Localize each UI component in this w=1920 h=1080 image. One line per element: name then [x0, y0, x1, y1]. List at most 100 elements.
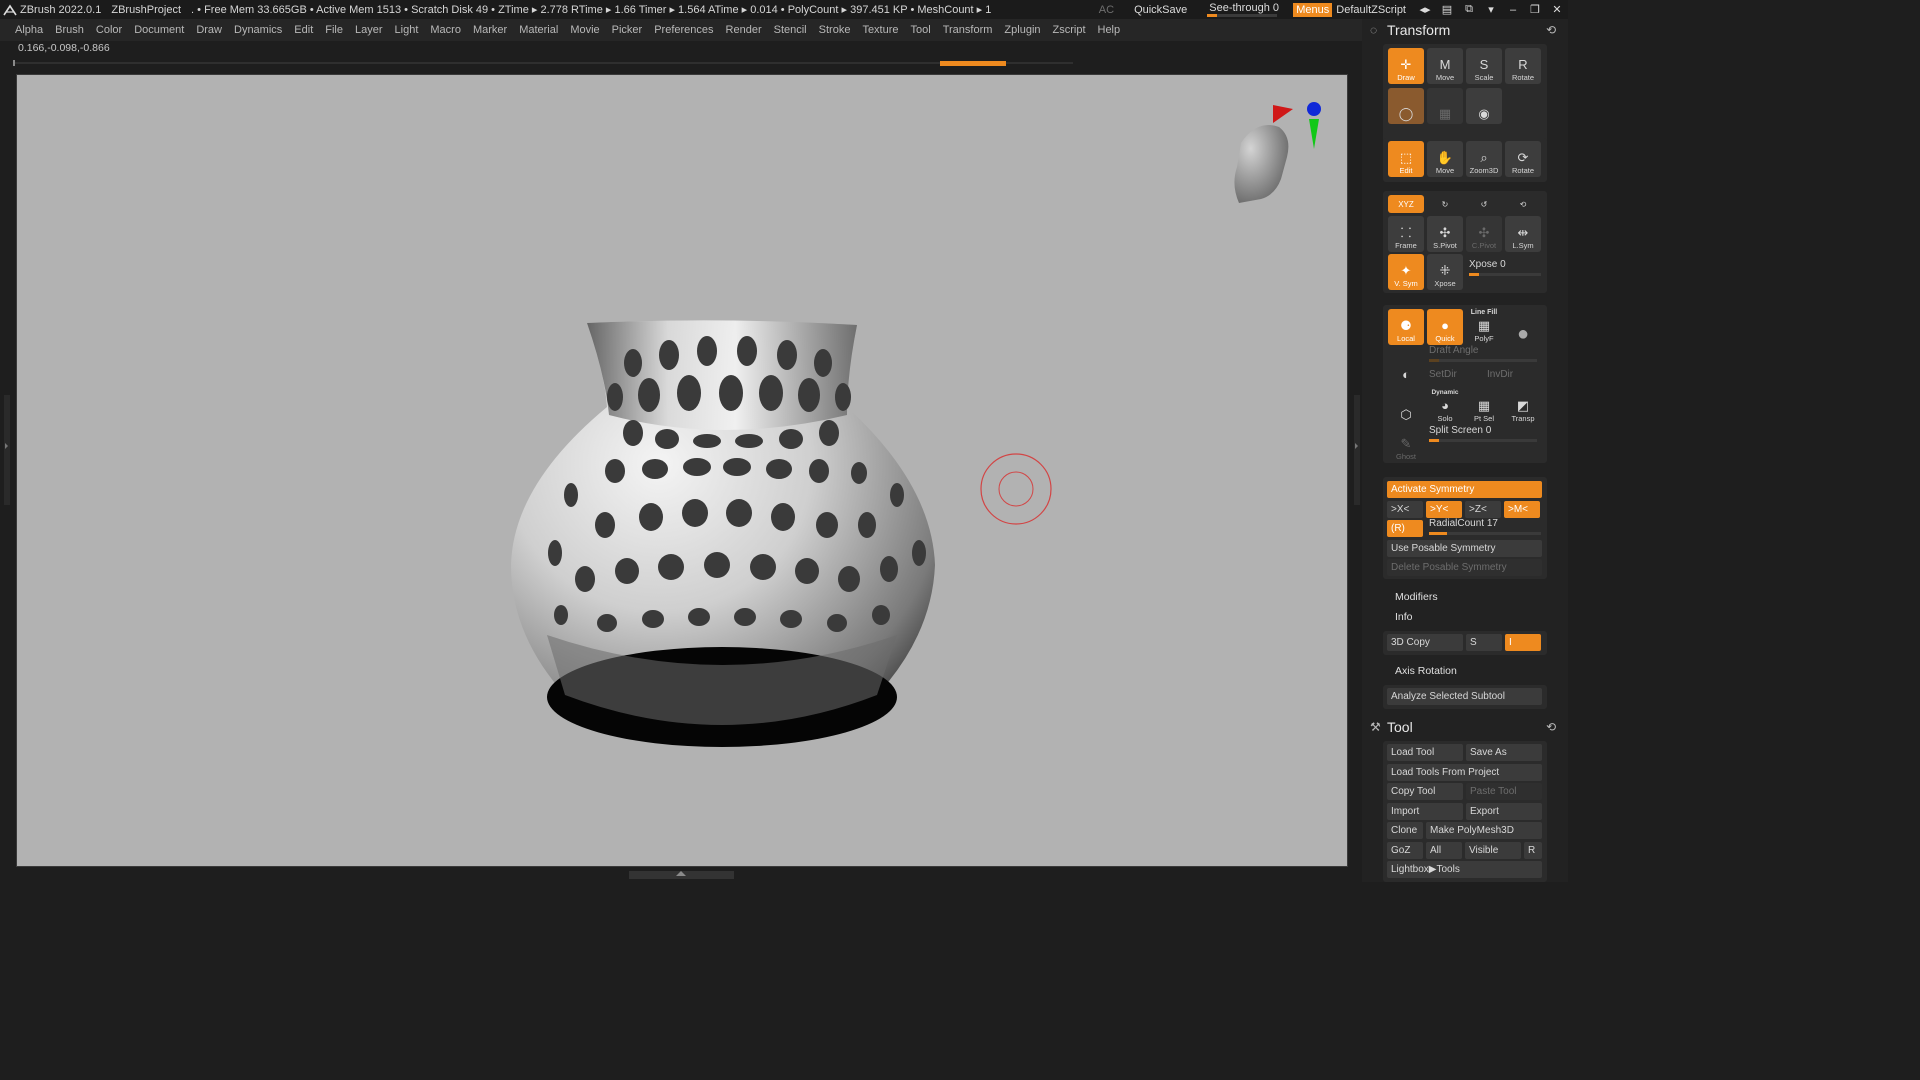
move-button[interactable]: M Move [1427, 48, 1463, 84]
load-tool-button[interactable]: Load Tool [1387, 744, 1463, 761]
spivot-button[interactable]: ✣ S.Pivot [1427, 216, 1463, 252]
menu-help[interactable]: Help [1098, 24, 1121, 36]
snapshot-button[interactable]: ◉ [1466, 88, 1502, 124]
goz-visible-button[interactable]: Visible [1465, 842, 1521, 859]
copy3d-s-button[interactable]: S [1466, 634, 1502, 651]
menu-stencil[interactable]: Stencil [774, 24, 807, 36]
tool-header[interactable]: ⚒ Tool ⟲ [1362, 716, 1568, 738]
see-through-slider[interactable]: See-through 0 [1205, 1, 1279, 18]
y-rotation-icon[interactable]: ↻ [1427, 195, 1463, 213]
right-tray-handle[interactable] [1354, 395, 1360, 505]
menu-tool[interactable]: Tool [911, 24, 931, 36]
polyf-button[interactable]: Line Fill ▦ PolyF [1466, 309, 1502, 345]
menu-material[interactable]: Material [519, 24, 558, 36]
tool-reset-icon[interactable]: ⟲ [1546, 720, 1556, 734]
transform-header[interactable]: ◌ Transform ⟲ [1362, 19, 1568, 41]
sym-y-button[interactable]: >Y< [1426, 501, 1462, 518]
menu-light[interactable]: Light [395, 24, 419, 36]
sym-z-button[interactable]: >Z< [1465, 501, 1501, 518]
material-preview-icon[interactable]: ● [1505, 309, 1541, 345]
default-zscript-button[interactable]: DefaultZScript [1336, 4, 1406, 16]
copy3d-button[interactable]: 3D Copy [1387, 634, 1463, 651]
rotate-button[interactable]: R Rotate [1505, 48, 1541, 84]
menu-render[interactable]: Render [726, 24, 762, 36]
lightbox-tools-button[interactable]: Lightbox▶Tools [1387, 861, 1542, 878]
vsym-button[interactable]: ✦ V. Sym [1388, 254, 1424, 290]
ac-button[interactable]: AC [1099, 4, 1114, 16]
ptsel-button[interactable]: ▦ Pt Sel [1466, 389, 1502, 425]
menu-alpha[interactable]: Alpha [15, 24, 43, 36]
rotate3d-button[interactable]: ⟳ Rotate [1505, 141, 1541, 177]
radial-toggle-button[interactable]: (R) [1387, 520, 1423, 537]
load-tools-from-project-button[interactable]: Load Tools From Project [1387, 764, 1542, 781]
cube-icon[interactable]: ⬡ [1388, 389, 1424, 425]
modifiers-section[interactable]: Modifiers [1395, 591, 1438, 603]
radial-count-slider[interactable]: RadialCount 17 [1429, 518, 1541, 536]
scale-button[interactable]: S Scale [1466, 48, 1502, 84]
menu-file[interactable]: File [325, 24, 343, 36]
xpose-button[interactable]: ⁜ Xpose [1427, 254, 1463, 290]
navigation-gizmo[interactable] [1234, 102, 1321, 203]
menu-stroke[interactable]: Stroke [819, 24, 851, 36]
left-tray-handle[interactable] [4, 395, 10, 505]
material-swatch[interactable]: ◯ [1388, 88, 1424, 124]
info-section[interactable]: Info [1395, 611, 1413, 623]
solo-button[interactable]: Dynamic ◕ Solo [1427, 389, 1463, 425]
menu-preferences[interactable]: Preferences [654, 24, 713, 36]
bottom-tray-handle[interactable] [629, 871, 734, 879]
draft-analysis-icon[interactable]: ◐ [1388, 349, 1424, 385]
close-icon[interactable]: ✕ [1546, 0, 1568, 19]
menu-macro[interactable]: Macro [430, 24, 461, 36]
menu-zscript[interactable]: Zscript [1053, 24, 1086, 36]
menu-transform[interactable]: Transform [943, 24, 993, 36]
export-button[interactable]: Export [1466, 803, 1542, 820]
copy3d-i-button[interactable]: I [1505, 634, 1541, 651]
transp-button[interactable]: ◩ Transp [1505, 389, 1541, 425]
lsym-button[interactable]: ⇹ L.Sym [1505, 216, 1541, 252]
reset-icon[interactable]: ⟲ [1546, 23, 1556, 37]
make-polymesh3d-button[interactable]: Make PolyMesh3D [1426, 822, 1542, 839]
goz-all-button[interactable]: All [1426, 842, 1462, 859]
free-rotation-icon[interactable]: ⟲ [1505, 195, 1541, 213]
zoom3d-button[interactable]: ⌕ Zoom3D [1466, 141, 1502, 177]
z-rotation-icon[interactable]: ↺ [1466, 195, 1502, 213]
frame-button[interactable]: ⸬ Frame [1388, 216, 1424, 252]
menu-layer[interactable]: Layer [355, 24, 383, 36]
xpose-slider[interactable]: Xpose 0 [1469, 259, 1541, 277]
analyze-subtool-button[interactable]: Analyze Selected Subtool [1387, 688, 1542, 705]
minimize-icon[interactable]: – [1502, 0, 1524, 19]
menu-movie[interactable]: Movie [570, 24, 599, 36]
goz-r-button[interactable]: R [1524, 842, 1542, 859]
quick-button[interactable]: ● Quick [1427, 309, 1463, 345]
menu-picker[interactable]: Picker [612, 24, 643, 36]
layout-cycle-icon[interactable]: ◂▸ [1414, 0, 1436, 19]
ui-color-icon[interactable]: ▤ [1436, 0, 1458, 19]
axis-rotation-section[interactable]: Axis Rotation [1395, 665, 1457, 677]
save-as-button[interactable]: Save As [1466, 744, 1542, 761]
sym-x-button[interactable]: >X< [1387, 501, 1423, 518]
menu-color[interactable]: Color [96, 24, 122, 36]
menu-brush[interactable]: Brush [55, 24, 84, 36]
menu-texture[interactable]: Texture [862, 24, 898, 36]
sym-m-button[interactable]: >M< [1504, 501, 1540, 518]
document-canvas[interactable] [16, 74, 1348, 867]
edit-button[interactable]: ⬚ Edit [1388, 141, 1424, 177]
menu-zplugin[interactable]: Zplugin [1004, 24, 1040, 36]
clone-button[interactable]: Clone [1387, 822, 1423, 839]
menu-document[interactable]: Document [134, 24, 184, 36]
pan-move-button[interactable]: ✋ Move [1427, 141, 1463, 177]
copy-tool-button[interactable]: Copy Tool [1387, 783, 1463, 800]
menu-dynamics[interactable]: Dynamics [234, 24, 282, 36]
layout-presets-icon[interactable]: ▾ [1480, 0, 1502, 19]
menu-draw[interactable]: Draw [196, 24, 222, 36]
split-screen-slider[interactable]: Split Screen 0 [1429, 425, 1537, 443]
local-button[interactable]: ⚈ Local [1388, 309, 1424, 345]
menu-marker[interactable]: Marker [473, 24, 507, 36]
xyz-rotation-button[interactable]: XYZ [1388, 195, 1424, 213]
draw-button[interactable]: ✛ Draw [1388, 48, 1424, 84]
use-posable-symmetry-button[interactable]: Use Posable Symmetry [1387, 540, 1542, 557]
layout-default-icon[interactable]: ⧉ [1458, 0, 1480, 19]
menus-toggle[interactable]: Menus [1293, 2, 1333, 17]
menu-edit[interactable]: Edit [294, 24, 313, 36]
quicksave-button[interactable]: QuickSave [1134, 4, 1187, 16]
